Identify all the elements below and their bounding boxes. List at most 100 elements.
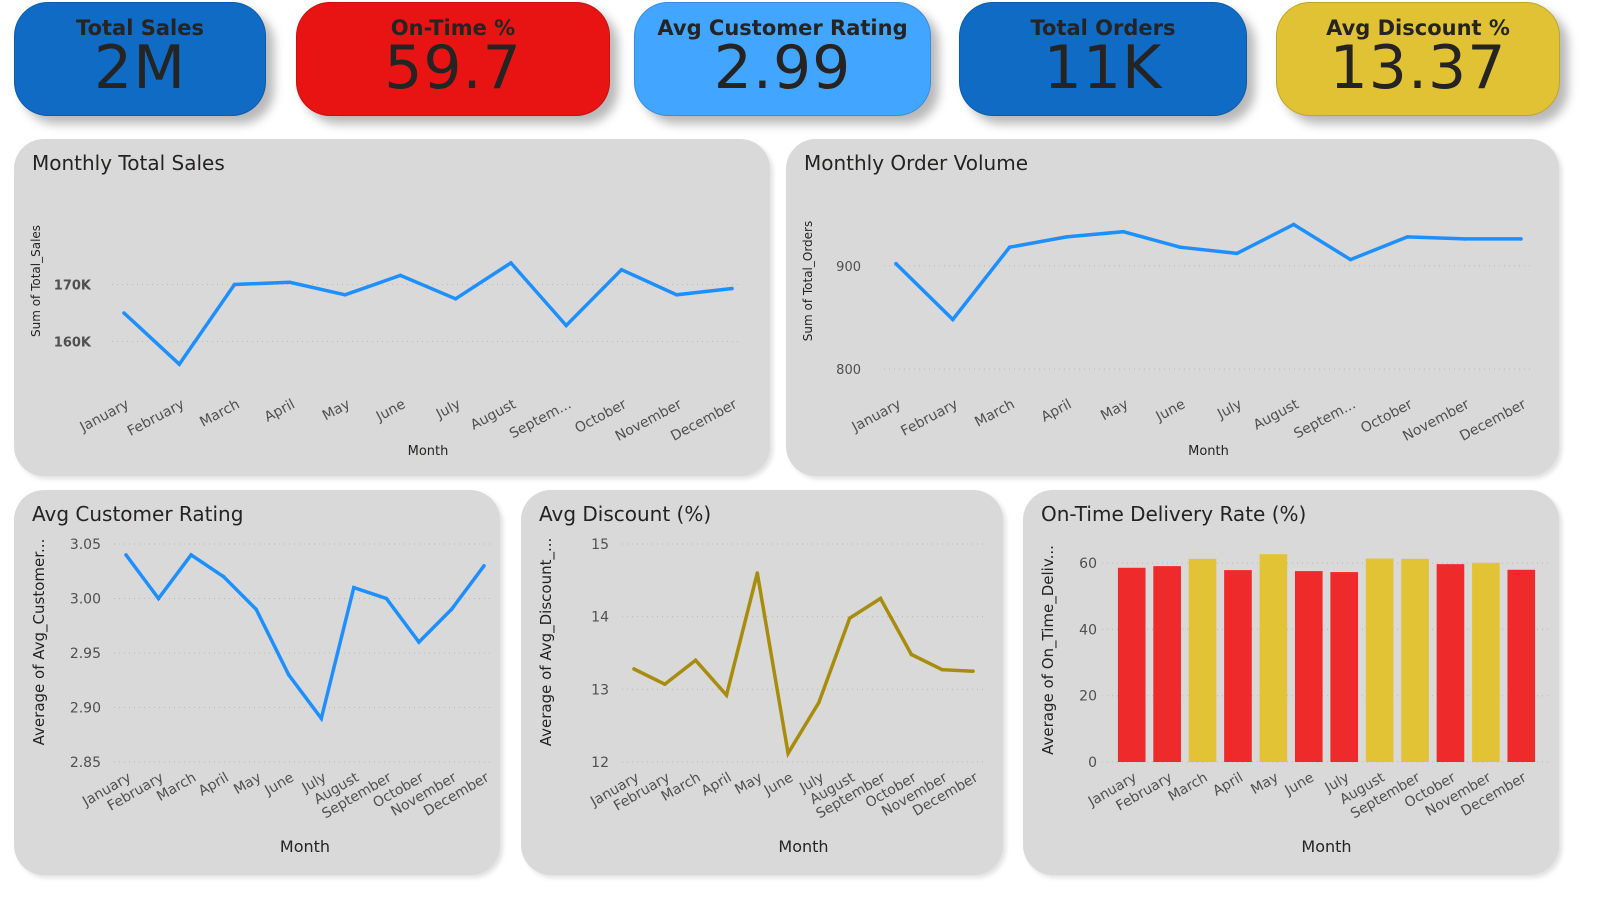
y-tick-label: 160K <box>54 335 92 350</box>
panel-avg-discount[interactable]: Avg Discount (%) 12 13 14 15 January February… <box>521 490 1003 875</box>
data-point <box>232 282 237 287</box>
bar <box>1330 572 1359 762</box>
data-point <box>1178 245 1182 249</box>
y-axis-title: Average of Avg_Discount_... <box>537 538 556 747</box>
x-tick-label: May <box>320 396 353 424</box>
x-tick-label: April <box>1210 770 1246 800</box>
data-point <box>122 311 126 315</box>
data-point <box>384 596 389 601</box>
bar <box>1188 558 1217 762</box>
data-point <box>1064 235 1069 239</box>
data-point <box>940 667 944 672</box>
data-point <box>878 596 883 601</box>
y-axis-title: Sum of Total_Orders <box>801 221 815 342</box>
x-tick-label: June <box>761 770 796 800</box>
data-point <box>1007 245 1012 249</box>
y-axis-title: Average of Avg_Customer... <box>30 539 49 746</box>
x-tick-label: May <box>1098 396 1131 424</box>
data-point <box>786 751 790 756</box>
x-tick-label: March <box>197 396 242 430</box>
x-tick-label: February <box>898 396 960 439</box>
x-tick-label: July <box>1214 396 1245 422</box>
y-tick-label: 60 <box>1079 556 1097 572</box>
y-tick-label: 14 <box>591 610 609 626</box>
avg-customer-rating-chart[interactable]: 2.852.902.953.003.05JanuaryFebruaryMarch… <box>14 490 500 875</box>
x-axis-title: Month <box>778 837 828 856</box>
data-point <box>319 716 324 721</box>
on-time-delivery-rate-chart[interactable]: 0204060JanuaryFebruaryMarch April May June J… <box>1023 490 1559 875</box>
data-point <box>286 673 291 677</box>
data-point <box>1291 222 1296 227</box>
y-tick-label: 0 <box>1088 755 1097 771</box>
data-point <box>288 280 292 285</box>
panel-on-time-delivery-rate[interactable]: On-Time Delivery Rate (%) 0 20 40 60 January… <box>1023 490 1559 875</box>
bar <box>1436 564 1465 762</box>
data-point <box>951 317 955 322</box>
data-point <box>730 286 734 291</box>
x-tick-label: March <box>972 396 1017 430</box>
x-tick-label: January <box>849 396 904 436</box>
panel-avg-customer-rating[interactable]: Avg Customer Rating 2.85 2.90 2.95 3.00 3.05… <box>14 490 500 875</box>
kpi-value: 59.7 <box>384 33 522 103</box>
x-tick-label: June <box>1282 770 1317 800</box>
kpi-value: 11K <box>1043 33 1163 103</box>
x-tick-label: April <box>262 396 298 425</box>
data-point <box>177 362 182 367</box>
panel-monthly-total-sales[interactable]: Monthly Total Sales 160K 170K January Febru… <box>14 139 770 476</box>
data-point <box>724 693 729 697</box>
x-tick-label: Septem... <box>1291 396 1358 442</box>
bar <box>1401 558 1429 762</box>
y-tick-label: 800 <box>836 363 861 378</box>
data-point <box>189 553 193 557</box>
data-point <box>509 261 513 265</box>
bar <box>1294 571 1323 762</box>
x-tick-label: June <box>1153 396 1188 425</box>
bar <box>1507 569 1536 762</box>
data-point <box>1121 229 1126 234</box>
kpi-value: 13.37 <box>1329 33 1507 103</box>
y-tick-label: 2.95 <box>70 646 101 662</box>
kpi-card-on-time: On-Time % 59.7 <box>296 2 610 116</box>
x-tick-label: May <box>1248 770 1281 798</box>
data-point <box>894 261 898 266</box>
y-axis-title: Average of On_Time_Deliv... <box>1039 545 1058 755</box>
data-point <box>909 652 914 657</box>
data-point <box>124 553 128 557</box>
monthly-total-sales-chart[interactable]: 160K 170K JanuaryFebruary March April May June… <box>14 139 770 476</box>
bar <box>1224 570 1252 762</box>
data-point <box>449 607 454 612</box>
data-point <box>674 292 679 297</box>
avg-discount-chart[interactable]: 12131415JanuaryFebruaryMarchAprilMayJune… <box>521 490 1003 875</box>
y-tick-label: 2.85 <box>70 755 101 771</box>
data-point <box>398 273 403 278</box>
data-point <box>1235 251 1239 256</box>
y-tick-label: 20 <box>1079 689 1097 705</box>
data-point <box>1519 237 1523 241</box>
data-point <box>343 292 347 297</box>
data-point <box>156 596 161 601</box>
x-axis-title: Month <box>1301 837 1351 856</box>
data-point <box>417 640 421 644</box>
bar <box>1472 562 1500 762</box>
kpi-card-avg-rating: Avg Customer Rating 2.99 <box>634 2 931 116</box>
x-axis-title: Month <box>408 444 449 459</box>
monthly-order-volume-chart[interactable]: 800 900 JanuaryFebruary March April May June Ju… <box>786 139 1559 476</box>
x-tick-label: July <box>433 396 464 422</box>
bar <box>1259 554 1288 762</box>
series-line <box>124 552 486 723</box>
data-point <box>847 616 852 620</box>
kpi-card-avg-discount: Avg Discount % 13.37 <box>1276 2 1560 116</box>
panel-monthly-order-volume[interactable]: Monthly Order Volume 800 900 January Februa… <box>786 139 1559 476</box>
x-tick-label: January <box>77 396 132 436</box>
x-tick-label: June <box>373 396 408 425</box>
x-tick-label: Septem... <box>507 396 574 442</box>
data-point <box>1348 257 1353 262</box>
y-axis-title: Sum of Total_Sales <box>29 225 43 337</box>
x-tick-label: April <box>196 770 232 800</box>
data-point <box>564 323 568 328</box>
data-point <box>221 574 226 579</box>
data-point <box>1405 235 1410 239</box>
data-point <box>453 296 458 301</box>
data-point <box>352 585 356 590</box>
data-point <box>971 669 975 673</box>
